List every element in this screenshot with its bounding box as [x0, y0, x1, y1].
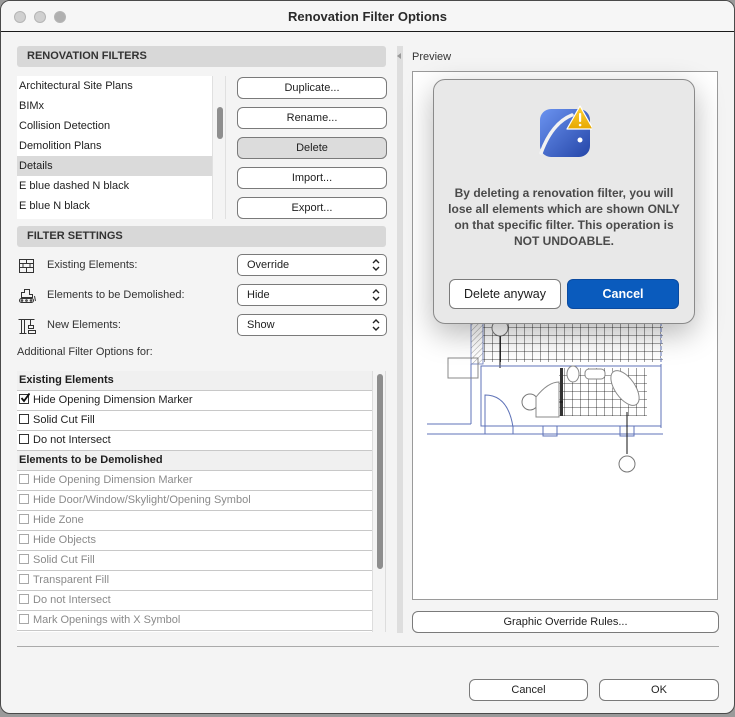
- new-elements-label: New Elements:: [47, 319, 121, 331]
- filter-list-item[interactable]: Architectural Site Plans: [17, 76, 212, 96]
- ok-button[interactable]: OK: [599, 679, 719, 701]
- filter-list-scroll-thumb[interactable]: [217, 107, 223, 139]
- filter-list-item[interactable]: E blue N black: [17, 196, 212, 216]
- filter-list-item[interactable]: E blue dashed N black: [17, 176, 212, 196]
- checkbox-checked[interactable]: [19, 393, 30, 404]
- new-elements-setting: New Elements: Show: [17, 314, 387, 336]
- new-elements-select[interactable]: Show: [237, 314, 387, 336]
- option-row: Hide Opening Dimension Marker: [17, 471, 372, 491]
- demolished-elements-setting: Elements to be Demolished: Hide: [17, 284, 387, 306]
- checkbox: [19, 614, 29, 624]
- delete-button[interactable]: Delete: [237, 137, 387, 159]
- updown-chevron-icon: [372, 259, 380, 271]
- existing-elements-setting: Existing Elements: Override: [17, 254, 387, 276]
- renovation-filters-header: RENOVATION FILTERS: [17, 46, 386, 67]
- option-row: Do not Intersect: [17, 591, 372, 611]
- option-label: Do not Intersect: [33, 434, 111, 446]
- options-scroll-thumb[interactable]: [377, 374, 383, 569]
- demolished-elements-value: Hide: [247, 289, 270, 301]
- graphic-override-rules-button[interactable]: Graphic Override Rules...: [412, 611, 719, 633]
- alert-cancel-button[interactable]: Cancel: [567, 279, 679, 309]
- filter-list-item-selected[interactable]: Details: [17, 156, 212, 176]
- new-elements-value: Show: [247, 319, 275, 331]
- checkbox[interactable]: [19, 434, 29, 444]
- additional-options-list: Existing Elements Hide Opening Dimension …: [17, 371, 372, 632]
- renovation-filter-options-window: Renovation Filter Options RENOVATION FIL…: [0, 0, 735, 714]
- option-label: Transparent Fill: [33, 574, 110, 586]
- option-row: Hide Objects: [17, 531, 372, 551]
- checkbox: [19, 514, 29, 524]
- cancel-button[interactable]: Cancel: [469, 679, 588, 701]
- filter-list-item[interactable]: Collision Detection: [17, 116, 212, 136]
- updown-chevron-icon: [372, 289, 380, 301]
- option-row[interactable]: Do not Intersect: [17, 431, 372, 451]
- demolished-elements-label: Elements to be Demolished:: [47, 289, 185, 301]
- option-row: Hide Zone: [17, 511, 372, 531]
- footer-divider: [17, 646, 719, 647]
- rename-button[interactable]: Rename...: [237, 107, 387, 129]
- import-button[interactable]: Import...: [237, 167, 387, 189]
- option-row[interactable]: Solid Cut Fill: [17, 411, 372, 431]
- checkbox[interactable]: [19, 414, 29, 424]
- option-row: Solid Cut Fill: [17, 551, 372, 571]
- option-label: Mark Openings with X Symbol: [33, 614, 181, 626]
- option-group-header: Existing Elements: [17, 371, 372, 391]
- demolished-elements-select[interactable]: Hide: [237, 284, 387, 306]
- option-label: Solid Cut Fill: [33, 554, 95, 566]
- options-scrollbar[interactable]: [372, 371, 386, 632]
- updown-chevron-icon: [372, 319, 380, 331]
- option-label: Hide Door/Window/Skylight/Opening Symbol: [33, 494, 251, 506]
- duplicate-button[interactable]: Duplicate...: [237, 77, 387, 99]
- export-button[interactable]: Export...: [237, 197, 387, 219]
- option-label: Hide Zone: [33, 514, 84, 526]
- window-title: Renovation Filter Options: [288, 9, 447, 24]
- delete-warning-alert: By deleting a renovation filter, you wil…: [433, 79, 695, 324]
- additional-filter-options-label: Additional Filter Options for:: [17, 346, 153, 358]
- existing-elements-select[interactable]: Override: [237, 254, 387, 276]
- checkbox: [19, 474, 29, 484]
- filter-list-scrollbar[interactable]: [212, 76, 226, 219]
- option-row: Hide Door/Window/Skylight/Opening Symbol: [17, 491, 372, 511]
- checkbox: [19, 554, 29, 564]
- option-label: Hide Objects: [33, 534, 96, 546]
- checkbox: [19, 594, 29, 604]
- filter-list-item[interactable]: BIMx: [17, 96, 212, 116]
- existing-elements-value: Override: [247, 259, 290, 271]
- checkbox: [19, 494, 29, 504]
- collapse-arrow-icon[interactable]: [397, 53, 401, 59]
- existing-elements-label: Existing Elements:: [47, 259, 138, 271]
- option-row: Mark Openings with X Symbol: [17, 611, 372, 631]
- panel-splitter[interactable]: [397, 46, 403, 633]
- option-label: Hide Opening Dimension Marker: [33, 474, 193, 486]
- preview-label: Preview: [412, 51, 452, 63]
- archicad-warning-icon: [539, 105, 592, 157]
- option-row[interactable]: Hide Opening Dimension Marker: [17, 391, 372, 411]
- option-group-header: Elements to be Demolished: [17, 451, 372, 471]
- filter-list-item[interactable]: Demolition Plans: [17, 136, 212, 156]
- option-label: Solid Cut Fill: [33, 414, 95, 426]
- checkbox: [19, 574, 29, 584]
- alert-message: By deleting a renovation filter, you wil…: [448, 186, 680, 248]
- renovation-filter-list: Architectural Site Plans BIMx Collision …: [17, 76, 212, 219]
- checkmark-icon: [20, 393, 30, 403]
- bulldozer-icon: [19, 289, 36, 303]
- option-row: Transparent Fill: [17, 571, 372, 591]
- delete-anyway-button[interactable]: Delete anyway: [449, 279, 561, 309]
- title-bar: Renovation Filter Options: [1, 1, 734, 32]
- option-label: Hide Opening Dimension Marker: [33, 394, 193, 406]
- filter-settings-header: FILTER SETTINGS: [17, 226, 386, 247]
- crane-icon: [18, 319, 36, 334]
- brick-wall-icon: [19, 259, 34, 273]
- checkbox: [19, 534, 29, 544]
- option-label: Do not Intersect: [33, 594, 111, 606]
